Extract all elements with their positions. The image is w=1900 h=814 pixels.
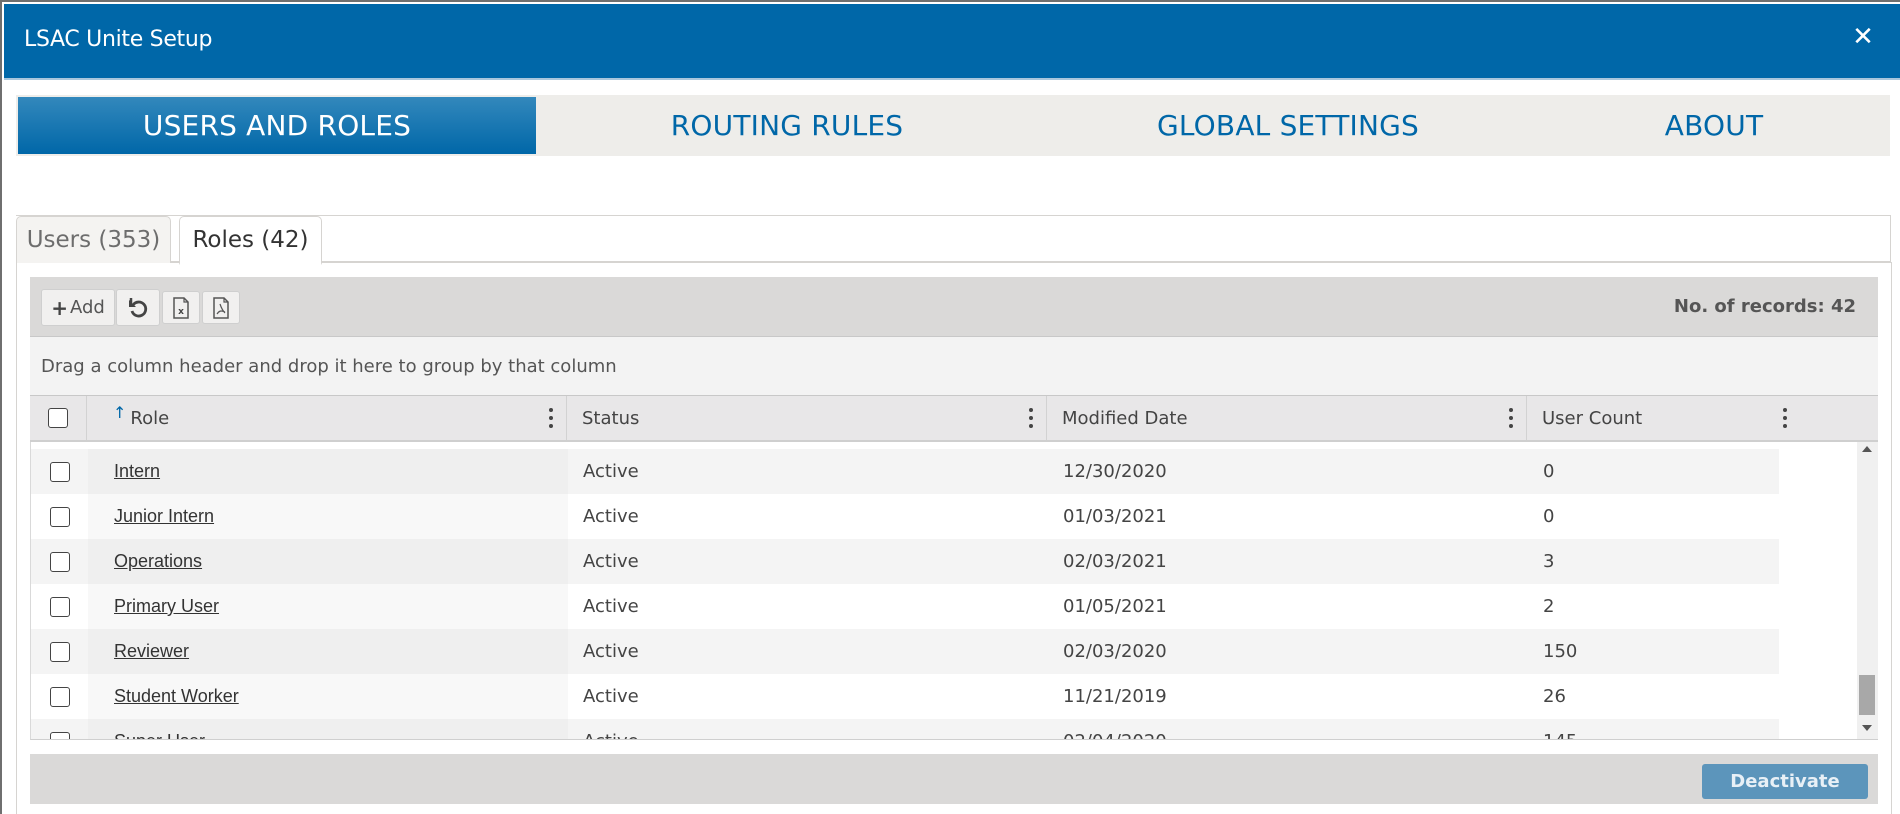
user-count-cell: 2: [1543, 596, 1555, 617]
export-excel-button[interactable]: x: [162, 291, 200, 324]
scroll-down-arrow-icon[interactable]: [1862, 725, 1872, 731]
modified-date-cell: 01/03/2021: [1063, 506, 1167, 527]
add-button[interactable]: + Add: [41, 289, 115, 326]
column-menu-icon[interactable]: [548, 408, 554, 428]
row-checkbox[interactable]: [49, 731, 70, 739]
column-menu-icon[interactable]: [1782, 408, 1788, 428]
header-select-all: [30, 396, 87, 440]
record-count: No. of records: 42: [1673, 296, 1856, 317]
role-link[interactable]: Junior Intern: [114, 506, 214, 527]
row-checkbox[interactable]: [49, 551, 70, 572]
status-cell: Active: [583, 641, 639, 662]
table-row: Student Worker Active 11/21/2019 26: [31, 674, 1779, 719]
dialog-title: LSAC Unite Setup: [24, 27, 213, 52]
user-count-cell: 0: [1543, 461, 1555, 482]
row-checkbox[interactable]: [49, 641, 70, 662]
sub-tabs: Users (353) Roles (42): [16, 215, 1891, 265]
refresh-button[interactable]: [116, 289, 160, 326]
nav-tab-routing-rules[interactable]: ROUTING RULES: [536, 95, 1038, 156]
select-all-checkbox[interactable]: [48, 408, 68, 428]
row-checkbox[interactable]: [49, 686, 70, 707]
table-row: Super User Active 02/04/2020 145: [31, 719, 1779, 739]
user-count-cell: 0: [1543, 506, 1555, 527]
role-link[interactable]: Super User: [114, 731, 205, 739]
grid-toolbar: + Add x No. of records: 42: [30, 277, 1878, 337]
deactivate-button[interactable]: Deactivate: [1702, 764, 1868, 799]
row-checkbox[interactable]: [49, 506, 70, 527]
nav-tab-global-settings[interactable]: GLOBAL SETTINGS: [1038, 95, 1538, 156]
column-header-user-count[interactable]: User Count: [1527, 396, 1878, 440]
sort-ascending-icon: ↑: [113, 402, 127, 422]
tab-users[interactable]: Users (353): [16, 216, 171, 263]
main-nav: USERS AND ROLES ROUTING RULES GLOBAL SET…: [16, 95, 1890, 156]
user-count-cell: 145: [1528, 731, 1779, 739]
svg-text:x: x: [178, 307, 184, 317]
modified-date-cell: 01/05/2021: [1063, 596, 1167, 617]
status-cell: Active: [583, 686, 639, 707]
column-label-status: Status: [582, 407, 640, 429]
role-link[interactable]: Primary User: [114, 596, 219, 617]
scroll-up-arrow-icon[interactable]: [1862, 446, 1872, 452]
role-link[interactable]: Reviewer: [114, 641, 189, 662]
modified-date-cell: 02/03/2020: [1063, 641, 1167, 662]
table-row: Reviewer Active 02/03/2020 150: [31, 629, 1779, 674]
grid-rows: Intern Active 12/30/2020 0 Junior Intern…: [31, 449, 1779, 739]
modified-date-cell: 12/30/2020: [1063, 461, 1167, 482]
title-bar: LSAC Unite Setup ✕: [4, 4, 1900, 80]
modified-date-cell: 02/04/2020: [1048, 731, 1528, 739]
column-label-user-count: User Count: [1542, 407, 1643, 429]
dialog-frame: LSAC Unite Setup ✕ USERS AND ROLES ROUTI…: [0, 0, 1900, 814]
scrollbar-thumb[interactable]: [1859, 675, 1875, 715]
status-cell: Active: [583, 596, 639, 617]
modified-date-cell: 11/21/2019: [1063, 686, 1167, 707]
group-by-drop-zone[interactable]: Drag a column header and drop it here to…: [30, 337, 1878, 396]
row-checkbox[interactable]: [49, 461, 70, 482]
roles-grid: + Add x No. of records: 42 Drag a column…: [30, 277, 1878, 740]
add-button-label: Add: [69, 297, 105, 318]
column-menu-icon[interactable]: [1028, 408, 1034, 428]
row-checkbox[interactable]: [49, 596, 70, 617]
status-cell: Active: [568, 731, 1048, 739]
close-icon[interactable]: ✕: [1852, 24, 1874, 50]
grid-header: ↑ Role Status Modified Date User Count: [30, 396, 1878, 442]
user-count-cell: 26: [1543, 686, 1566, 707]
tab-roles[interactable]: Roles (42): [179, 216, 322, 265]
plus-icon: +: [51, 295, 68, 320]
undo-refresh-icon: [129, 297, 148, 317]
modified-date-cell: 02/03/2021: [1063, 551, 1167, 572]
role-link[interactable]: Intern: [114, 461, 160, 482]
grid-body: Intern Active 12/30/2020 0 Junior Intern…: [30, 442, 1878, 740]
role-link[interactable]: Student Worker: [114, 686, 239, 707]
nav-tab-users-and-roles[interactable]: USERS AND ROLES: [18, 97, 536, 154]
status-cell: Active: [583, 461, 639, 482]
export-pdf-button[interactable]: [202, 291, 240, 324]
table-row: Junior Intern Active 01/03/2021 0: [31, 494, 1779, 539]
column-header-status[interactable]: Status: [567, 396, 1047, 440]
user-count-cell: 150: [1543, 641, 1578, 662]
column-header-role[interactable]: ↑ Role: [87, 396, 567, 440]
table-row: Primary User Active 01/05/2021 2: [31, 584, 1779, 629]
pdf-export-icon: [213, 296, 229, 319]
user-count-cell: 3: [1543, 551, 1555, 572]
group-by-hint: Drag a column header and drop it here to…: [41, 355, 617, 377]
table-row: Intern Active 12/30/2020 0: [31, 449, 1779, 494]
column-label-role: Role: [130, 407, 170, 429]
table-row: Operations Active 02/03/2021 3: [31, 539, 1779, 584]
grid-footer: Deactivate: [30, 754, 1878, 804]
column-header-modified-date[interactable]: Modified Date: [1047, 396, 1527, 440]
vertical-scrollbar[interactable]: [1857, 442, 1878, 739]
nav-tab-about[interactable]: ABOUT: [1538, 95, 1890, 156]
role-link[interactable]: Operations: [114, 551, 202, 572]
status-cell: Active: [583, 506, 639, 527]
excel-export-icon: x: [173, 296, 189, 319]
column-menu-icon[interactable]: [1508, 408, 1514, 428]
status-cell: Active: [583, 551, 639, 572]
column-label-modified-date: Modified Date: [1062, 407, 1188, 429]
